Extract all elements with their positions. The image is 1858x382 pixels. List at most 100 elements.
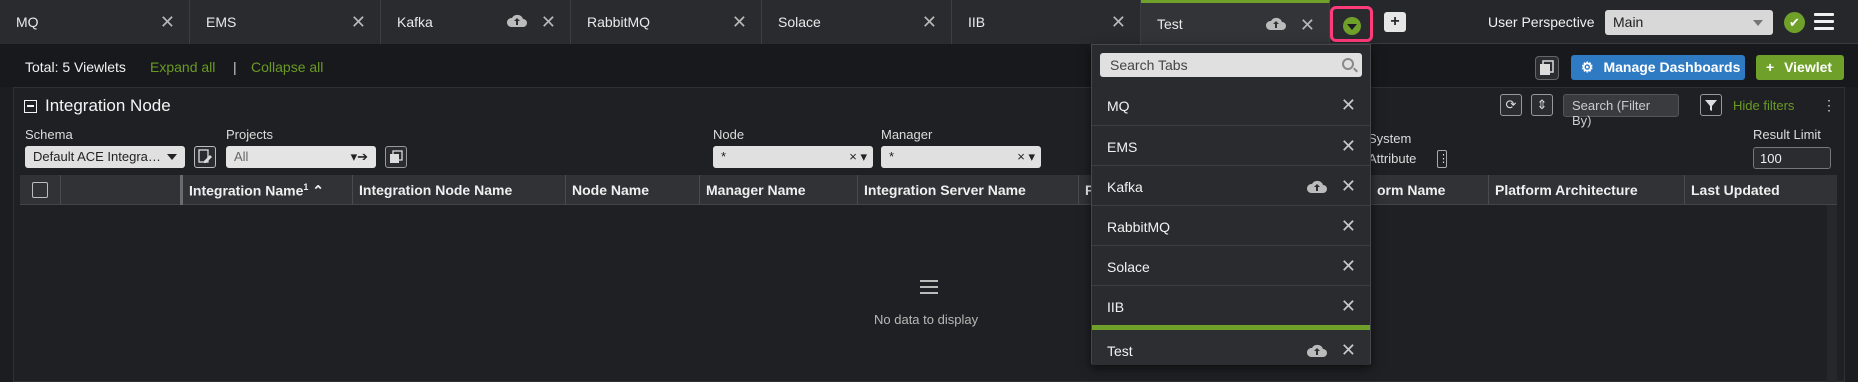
hamburger-menu-icon[interactable]	[1814, 13, 1834, 31]
tab-ems[interactable]: EMS ✕	[190, 0, 381, 44]
column-header-integration-server-name[interactable]: Integration Server Name	[857, 175, 1078, 205]
search-icon	[1342, 58, 1354, 70]
close-icon[interactable]: ✕	[1341, 95, 1356, 116]
tab-mq[interactable]: MQ ✕	[0, 0, 190, 44]
dropdown-tab-item-test[interactable]: Test ✕	[1092, 325, 1370, 365]
dropdown-tab-item-rabbitmq[interactable]: RabbitMQ ✕	[1092, 205, 1370, 245]
caret-down-icon	[1753, 20, 1763, 26]
perspective-label: User Perspective	[1488, 14, 1595, 30]
select-all-checkbox[interactable]	[32, 182, 48, 198]
expand-all-link[interactable]: Expand all	[150, 59, 215, 75]
close-icon[interactable]: ✕	[160, 13, 175, 31]
close-icon[interactable]: ✕	[1341, 176, 1356, 197]
close-icon[interactable]: ✕	[1341, 136, 1356, 157]
add-viewlet-label: Viewlet	[1784, 59, 1833, 75]
dropdown-tab-label: RabbitMQ	[1107, 219, 1171, 235]
tab-bar: MQ ✕ EMS ✕ Kafka ✕ RabbitMQ ✕ Solace ✕ I…	[0, 0, 1858, 44]
result-limit-input[interactable]: 100	[1753, 147, 1831, 169]
manage-dashboards-button[interactable]: ⚙ Manage Dashboards	[1571, 55, 1745, 80]
add-viewlet-button[interactable]: + Viewlet	[1756, 55, 1844, 80]
column-header-node-name[interactable]: Node Name	[565, 175, 699, 205]
dropdown-tab-label: IIB	[1107, 299, 1125, 315]
close-icon[interactable]: ✕	[351, 13, 366, 31]
tab-rabbitmq[interactable]: RabbitMQ ✕	[571, 0, 762, 44]
dropdown-tab-label: Solace	[1107, 259, 1150, 275]
add-tab-icon[interactable]: +	[1384, 12, 1406, 32]
tab-test[interactable]: Test ✕	[1141, 0, 1330, 44]
close-icon[interactable]: ✕	[1341, 340, 1356, 361]
dropdown-tab-item-solace[interactable]: Solace ✕	[1092, 245, 1370, 285]
tab-label: MQ	[16, 14, 39, 30]
dropdown-tab-item-ems[interactable]: EMS ✕	[1092, 125, 1370, 165]
close-icon[interactable]: ✕	[1111, 13, 1126, 31]
result-limit-value: 100	[1760, 151, 1782, 166]
node-label: Node	[713, 127, 745, 142]
column-label: orm Name	[1377, 182, 1446, 198]
clear-caret-icon: × ▾	[1017, 149, 1035, 164]
refresh-icon[interactable]: ⟳	[1500, 94, 1522, 116]
manager-select[interactable]: * × ▾	[881, 146, 1041, 168]
close-icon[interactable]: ✕	[732, 13, 747, 31]
dropdown-tab-item-mq[interactable]: MQ ✕	[1092, 85, 1370, 125]
tab-solace[interactable]: Solace ✕	[762, 0, 952, 44]
node-select[interactable]: * × ▾	[713, 146, 873, 168]
projects-value: All	[234, 149, 249, 164]
separator: |	[233, 59, 237, 75]
caret-arrow-icon: ▾➔	[350, 149, 368, 164]
tab-iib[interactable]: IIB ✕	[952, 0, 1141, 44]
edit-schema-icon[interactable]	[194, 146, 216, 168]
cloud-upload-icon	[1306, 180, 1327, 193]
tab-label: Test	[1157, 15, 1183, 32]
dropdown-tab-label: Kafka	[1107, 179, 1143, 195]
close-icon[interactable]: ✕	[922, 13, 937, 31]
column-header-last-updated[interactable]: Last Updated	[1684, 175, 1837, 205]
copy-icon[interactable]	[1535, 56, 1559, 80]
filter-search-input[interactable]: Search (Filter By)	[1563, 94, 1679, 128]
sort-index: 1	[303, 182, 309, 192]
tab-list-dropdown-button[interactable]	[1330, 6, 1373, 42]
column-label: Node Name	[572, 182, 650, 198]
clear-caret-icon: × ▾	[849, 149, 867, 164]
system-label: System	[1368, 131, 1412, 146]
close-icon[interactable]: ✕	[1300, 16, 1315, 34]
collapse-icon[interactable]	[24, 99, 37, 113]
close-icon[interactable]: ✕	[1341, 296, 1356, 317]
close-icon[interactable]: ✕	[1341, 216, 1356, 237]
hide-filters-link[interactable]: Hide filters	[1733, 98, 1794, 113]
check-icon[interactable]: ✔	[1784, 12, 1805, 33]
column-header-blank	[60, 175, 180, 205]
dropdown-tab-item-iib[interactable]: IIB ✕	[1092, 285, 1370, 325]
perspective-select[interactable]: Main	[1605, 10, 1773, 35]
column-header-manager-name[interactable]: Manager Name	[699, 175, 857, 205]
copy-icon[interactable]	[385, 146, 407, 168]
tab-label: EMS	[206, 14, 237, 30]
manager-label: Manager	[881, 127, 933, 142]
dropdown-tab-label: MQ	[1107, 98, 1130, 114]
dropdown-tab-item-kafka[interactable]: Kafka ✕	[1092, 165, 1370, 205]
kebab-icon[interactable]: ⋮	[1437, 150, 1449, 168]
chevron-down-icon	[1343, 17, 1361, 35]
close-icon[interactable]: ✕	[541, 13, 556, 31]
filter-icon[interactable]	[1700, 94, 1722, 116]
projects-select[interactable]: All ▾➔	[226, 146, 376, 168]
tab-list-dropdown: Search Tabs MQ ✕ EMS ✕ Kafka ✕ RabbitMQ …	[1091, 44, 1371, 365]
column-label: Integration Name	[189, 182, 304, 199]
search-tabs-input[interactable]: Search Tabs	[1100, 53, 1362, 77]
column-header-platform-architecture[interactable]: Platform Architecture	[1488, 175, 1684, 205]
empty-state-text: No data to display	[874, 312, 979, 327]
column-header-integration-node-name[interactable]: Integration Node Name	[352, 175, 565, 205]
tab-kafka[interactable]: Kafka ✕	[381, 0, 571, 44]
schema-select[interactable]: Default ACE Integra…	[25, 146, 185, 168]
column-header-integration-name[interactable]: Integration Name1 ⌃	[180, 175, 352, 205]
vertical-scrollbar[interactable]	[1827, 205, 1837, 382]
dropdown-tab-label: EMS	[1107, 139, 1138, 155]
cloud-upload-icon	[506, 14, 527, 27]
result-limit-label: Result Limit	[1753, 127, 1821, 142]
sort-icon[interactable]: ⇕	[1531, 94, 1553, 116]
column-header-platform-name[interactable]: orm Name	[1371, 175, 1488, 205]
collapse-all-link[interactable]: Collapse all	[251, 59, 323, 75]
tab-label: Solace	[778, 14, 821, 30]
more-options-icon[interactable]: ⋮	[1822, 97, 1836, 114]
column-label: Platform Architecture	[1495, 182, 1638, 198]
close-icon[interactable]: ✕	[1341, 256, 1356, 277]
